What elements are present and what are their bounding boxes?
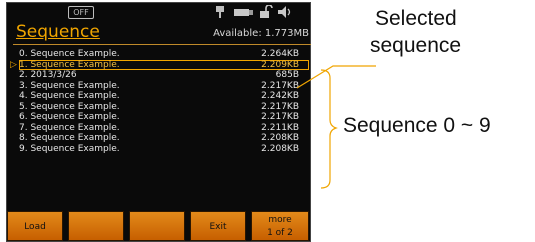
callout-selected-line1: Selected — [375, 7, 457, 30]
selected-callout-line — [296, 65, 376, 89]
callout-range: Sequence 0 ~ 9 — [343, 114, 491, 137]
range-brace — [320, 69, 338, 189]
callout-selected-line2: sequence — [370, 34, 462, 57]
